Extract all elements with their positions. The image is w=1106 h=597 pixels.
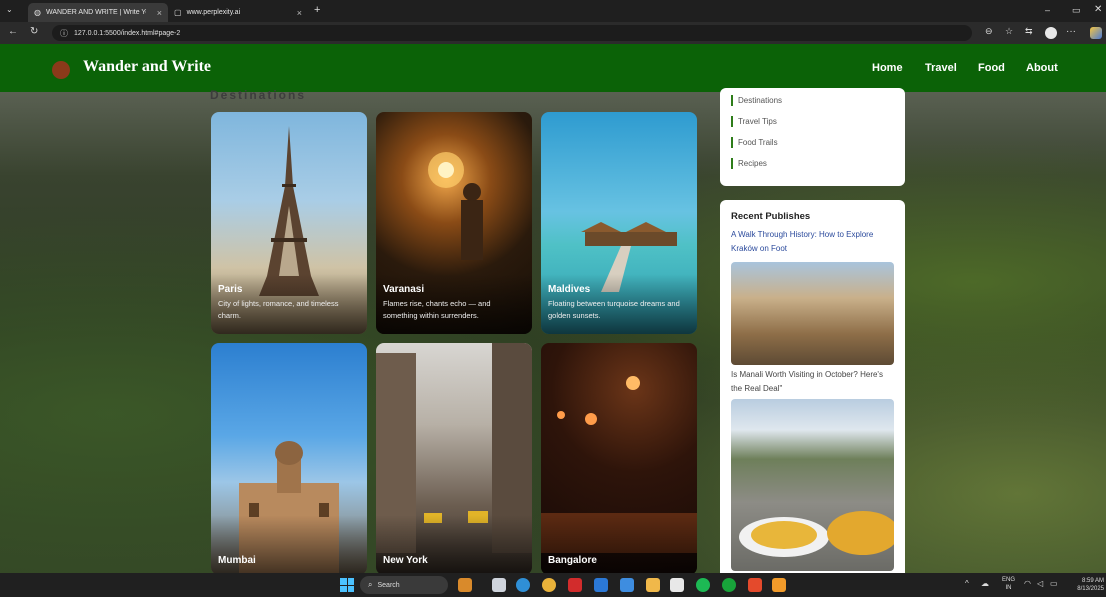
app-red-icon[interactable] xyxy=(568,578,582,592)
windows-start-icon[interactable] xyxy=(340,578,354,592)
nav-home[interactable]: Home xyxy=(872,62,903,74)
battery-icon[interactable]: ▭ xyxy=(1050,579,1058,588)
section-title: Destinations xyxy=(210,88,307,102)
category-label: Recipes xyxy=(738,159,767,168)
maximize-icon[interactable]: ▭ xyxy=(1072,5,1081,16)
store-icon[interactable] xyxy=(620,578,634,592)
region-code: IN xyxy=(1005,585,1012,591)
browser-tab-bar: ⌄ ◍ WANDER AND WRITE | Write Your × ▢ ww… xyxy=(0,0,1106,22)
favorite-star-icon[interactable]: ☆ xyxy=(1005,26,1013,37)
post-link-manali[interactable]: Is Manali Worth Visiting in October? Her… xyxy=(731,368,896,396)
collections-icon[interactable]: ⇆ xyxy=(1025,26,1033,37)
category-label: Travel Tips xyxy=(738,117,777,126)
aarti-flame-image xyxy=(428,152,483,260)
profile-avatar[interactable] xyxy=(1045,27,1057,39)
clock-date: 8/13/2025 xyxy=(1077,586,1104,592)
recent-publishes-title: Recent Publishes xyxy=(731,211,811,222)
globe-icon: ◍ xyxy=(34,8,41,17)
destination-card-new-york[interactable]: New York xyxy=(376,343,532,573)
destination-card-maldives[interactable]: Maldives Floating between turquoise drea… xyxy=(541,112,697,334)
post-link-krakow[interactable]: A Walk Through History: How to Explore K… xyxy=(731,228,891,256)
category-label: Destinations xyxy=(738,96,783,105)
tab-title: www.perplexity.ai xyxy=(186,9,241,16)
page-viewport: Wander and Write Home Travel Food About … xyxy=(0,44,1106,573)
destination-card-paris[interactable]: Paris City of lights, romance, and timel… xyxy=(211,112,367,334)
minimize-icon[interactable]: – xyxy=(1045,5,1050,15)
noodles-image xyxy=(827,511,894,555)
noodles-image xyxy=(751,521,817,549)
manali-post-image[interactable] xyxy=(731,399,894,571)
site-brand[interactable]: Wander and Write xyxy=(83,58,211,76)
task-view-icon[interactable] xyxy=(492,578,506,592)
tray-app-icon[interactable]: ☁ xyxy=(981,579,989,588)
tab-wander-and-write[interactable]: ◍ WANDER AND WRITE | Write Your × xyxy=(28,3,168,22)
destination-card-bangalore[interactable]: Bangalore xyxy=(541,343,697,573)
tab-list-chevron-icon[interactable]: ⌄ xyxy=(6,5,13,14)
app-orange-icon[interactable] xyxy=(772,578,786,592)
tab-perplexity[interactable]: ▢ www.perplexity.ai × xyxy=(168,3,308,22)
widgets-icon[interactable] xyxy=(458,578,472,592)
page-icon: ▢ xyxy=(174,8,182,17)
back-arrow-icon[interactable]: ← xyxy=(8,26,18,37)
card-description: City of lights, romance, and timeless ch… xyxy=(218,299,339,320)
nav-food[interactable]: Food xyxy=(978,62,1005,74)
card-title: Mumbai xyxy=(218,555,256,566)
eiffel-tower-image xyxy=(259,126,319,296)
notepad-icon[interactable] xyxy=(670,578,684,592)
xbox-icon[interactable] xyxy=(722,578,736,592)
more-menu-icon[interactable]: ··· xyxy=(1066,26,1076,37)
language-indicator[interactable]: ENG IN xyxy=(1002,576,1015,592)
category-recipes[interactable]: Recipes xyxy=(731,153,894,174)
search-placeholder: Search xyxy=(377,581,400,589)
new-tab-button[interactable]: + xyxy=(314,4,320,16)
destination-card-varanasi[interactable]: Varanasi Flames rise, chants echo — and … xyxy=(376,112,532,334)
card-title: Varanasi xyxy=(383,284,425,295)
search-icon: ⌕ xyxy=(368,580,373,589)
category-destinations[interactable]: Destinations xyxy=(731,90,894,111)
card-title: Paris xyxy=(218,284,243,295)
taskbar-search-box[interactable]: ⌕ Search xyxy=(360,576,448,594)
card-description: Flames rise, chants echo — and something… xyxy=(383,299,491,320)
copilot-icon[interactable] xyxy=(1090,27,1102,39)
clock[interactable]: 8:59 AM 8/13/2025 xyxy=(1068,577,1104,593)
chrome-browser-icon[interactable] xyxy=(542,578,556,592)
tray-chevron-icon[interactable]: ^ xyxy=(965,579,969,588)
card-title: Bangalore xyxy=(548,555,597,566)
language-code: ENG xyxy=(1002,577,1016,583)
tab-title: WANDER AND WRITE | Write Your xyxy=(45,9,146,16)
brave-browser-icon[interactable] xyxy=(748,578,762,592)
category-label: Food Trails xyxy=(738,138,778,147)
zoom-icon[interactable]: ⊖ xyxy=(985,26,993,37)
category-food-trails[interactable]: Food Trails xyxy=(731,132,894,153)
nav-about[interactable]: About xyxy=(1026,62,1058,74)
close-tab-icon[interactable]: × xyxy=(297,8,302,18)
card-title: Maldives xyxy=(548,284,591,295)
file-explorer-icon[interactable] xyxy=(646,578,660,592)
card-description: Floating between turquoise dreams and go… xyxy=(548,299,680,320)
edge-browser-icon[interactable] xyxy=(516,578,530,592)
categories-panel: Destinations Travel Tips Food Trails Rec… xyxy=(720,88,905,186)
close-tab-icon[interactable]: × xyxy=(157,8,162,18)
site-navbar: Wander and Write Home Travel Food About xyxy=(0,44,1106,92)
browser-address-row: ← ↻ ⓘ 127.0.0.1:5500/index.html#page-2 ⊖… xyxy=(0,22,1106,44)
recent-publishes-panel: Recent Publishes A Walk Through History:… xyxy=(720,200,905,573)
clock-time: 8:59 AM xyxy=(1081,578,1104,584)
destination-card-mumbai[interactable]: Mumbai xyxy=(211,343,367,573)
reload-icon[interactable]: ↻ xyxy=(30,26,38,37)
krakow-post-image[interactable] xyxy=(731,262,894,365)
url-bar[interactable]: ⓘ 127.0.0.1:5500/index.html#page-2 xyxy=(52,25,972,41)
url-text: 127.0.0.1:5500/index.html#page-2 xyxy=(74,29,181,37)
category-travel-tips[interactable]: Travel Tips xyxy=(731,111,894,132)
vscode-icon[interactable] xyxy=(594,578,608,592)
spotify-icon[interactable] xyxy=(696,578,710,592)
card-title: New York xyxy=(383,555,428,566)
wifi-icon[interactable]: ◠ xyxy=(1024,579,1031,588)
window-close-icon[interactable]: ✕ xyxy=(1094,4,1102,15)
windows-taskbar: ⌕ Search ^ ☁ ENG IN ◠ ◁ ▭ 8:59 AM 8/13/2… xyxy=(0,573,1106,597)
nav-travel[interactable]: Travel xyxy=(925,62,957,74)
volume-icon[interactable]: ◁ xyxy=(1037,579,1043,588)
info-icon: ⓘ xyxy=(60,28,68,38)
site-logo[interactable] xyxy=(52,61,70,79)
